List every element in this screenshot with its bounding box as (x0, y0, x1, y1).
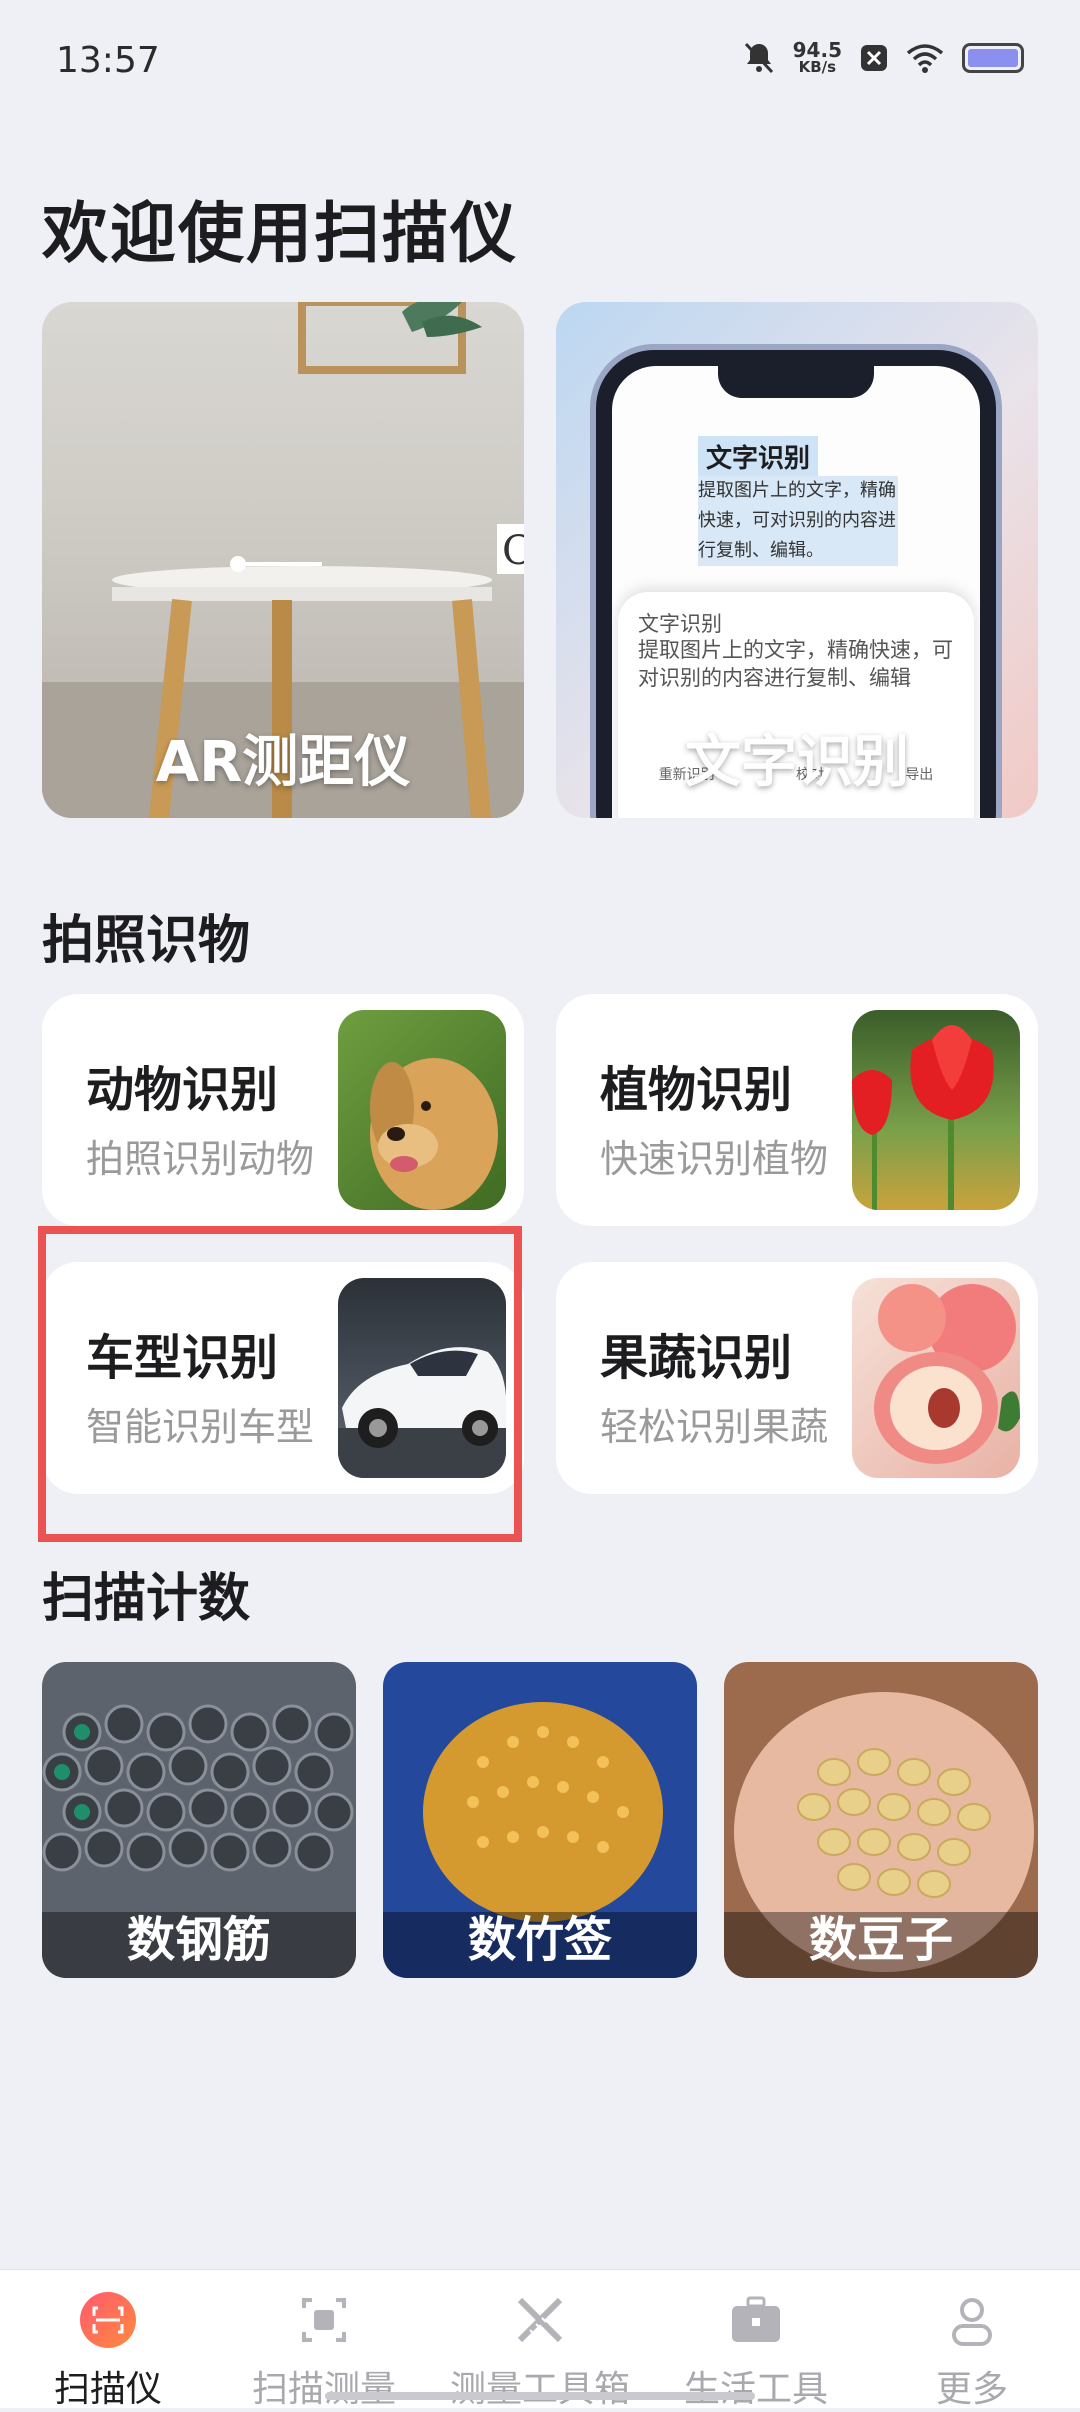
animal-recognition-card[interactable]: 动物识别 拍照识别动物 (42, 994, 524, 1226)
status-bar: 13:57 94.5 KB/s (0, 0, 1080, 120)
tab-label: 生活工具 (683, 2369, 828, 2410)
tile-label: 数豆子 (808, 1912, 953, 1968)
status-time: 13:57 (56, 40, 160, 81)
fruit-vegetable-recognition-card[interactable]: 果蔬识别 轻松识别果蔬 (556, 1262, 1038, 1494)
section-title-photo: 拍照识物 (42, 911, 251, 971)
ar-rangefinder-label: AR测距仪 (155, 730, 411, 795)
net-speed-unit: KB/s (798, 58, 837, 76)
card-desc: 轻松识别果蔬 (600, 1405, 829, 1449)
svg-text:C: C (502, 528, 524, 574)
dog-thumbnail (338, 1010, 506, 1210)
count-bamboo-sticks-tile[interactable]: 数竹签 (383, 1662, 697, 1978)
ocr-sheet-title: 文字识别 (638, 612, 722, 636)
close-box-icon (861, 44, 887, 71)
ar-rangefinder-card[interactable]: C AR测距仪 (42, 302, 524, 818)
page-title: 欢迎使用扫描仪 (42, 195, 518, 272)
tab-label: 更多 (935, 2369, 1008, 2410)
bottom-tab-bar: 扫描仪 扫描测量 测量工具箱 生活工具 更多 (0, 2269, 1080, 2410)
card-desc: 拍照识别动物 (86, 1137, 315, 1181)
peach-thumbnail (852, 1278, 1020, 1478)
scanner-icon (80, 2292, 136, 2348)
scan-measure-icon (302, 2298, 346, 2342)
section-title-count: 扫描计数 (42, 1569, 251, 1629)
ruler-tools-icon (517, 2297, 563, 2343)
card-name: 果蔬识别 (600, 1330, 793, 1386)
tab-label: 扫描测量 (251, 2369, 396, 2410)
net-speed-value: 94.5 (792, 38, 842, 62)
net-speed: 94.5 KB/s (793, 40, 842, 75)
count-beans-tile[interactable]: 数豆子 (724, 1662, 1038, 1978)
status-icons: 94.5 KB/s (743, 40, 1024, 75)
phone-notch (718, 366, 874, 398)
tile-label: 数竹签 (467, 1912, 612, 1968)
card-name: 植物识别 (600, 1062, 793, 1118)
text-recognition-label: 文字识别 (685, 730, 909, 795)
ocr-mock-header: 文字识别 (698, 436, 819, 477)
wifi-icon (906, 43, 944, 73)
count-rebar-tile[interactable]: 数钢筋 (42, 1662, 356, 1978)
home-indicator[interactable] (325, 2392, 755, 2400)
mute-bell-icon (744, 42, 773, 73)
ocr-mock-highlight: 提取图片上的文字，精确快速，可对识别的内容进行复制、编辑。 (698, 476, 898, 566)
text-recognition-card[interactable]: 文字识别 提取图片上的文字，精确快速，可对识别的内容进行复制、编辑。 文字识别 … (556, 302, 1038, 818)
person-icon (952, 2298, 992, 2346)
plant-recognition-card[interactable]: 植物识别 快速识别植物 (556, 994, 1038, 1226)
battery-icon (962, 42, 1024, 73)
tab-label: 扫描仪 (53, 2369, 162, 2410)
toolbox-icon (732, 2296, 780, 2342)
tab-label: 测量工具箱 (449, 2369, 630, 2410)
card-desc: 快速识别植物 (600, 1137, 829, 1181)
card-name: 动物识别 (86, 1062, 279, 1118)
tab-scanner[interactable]: 扫描仪 (0, 2290, 216, 2412)
tile-label: 数钢筋 (126, 1912, 271, 1968)
highlight-outline (38, 1226, 522, 1542)
tulip-thumbnail (852, 1010, 1020, 1210)
tab-more[interactable]: 更多 (864, 2290, 1080, 2412)
ocr-sheet-text: 提取图片上的文字，精确快速，可对识别的内容进行复制、编辑 (638, 638, 953, 690)
